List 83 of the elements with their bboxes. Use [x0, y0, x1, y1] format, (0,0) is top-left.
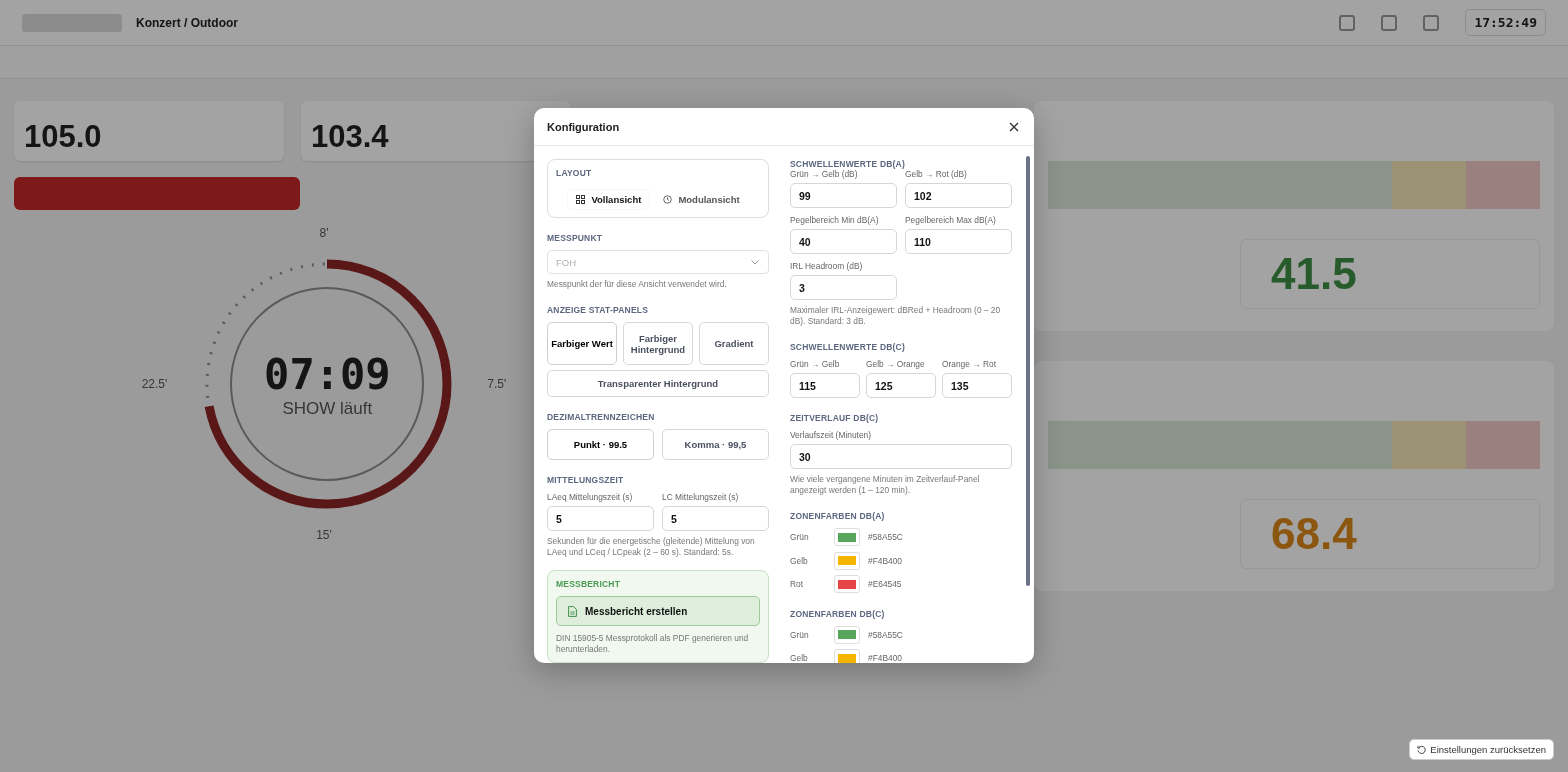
field-label: LC Mittelungszeit (s): [662, 492, 740, 502]
panel-style-option[interactable]: Gradient: [699, 322, 769, 366]
stat-value: 41.5: [1271, 249, 1357, 299]
number-input[interactable]: 3: [790, 275, 897, 300]
color-hex: #F4B400: [868, 653, 902, 663]
field-label: LAeq Mittelungszeit (s): [547, 492, 634, 502]
color-picker[interactable]: [834, 528, 860, 547]
hint-text: Sekunden für die energetische (gleitende) Mittelung von LAeq und LCeq / LCpeak (2 – 60 s). Standard: 5s.: [547, 536, 756, 558]
level-value: 105.0: [24, 119, 102, 155]
number-input[interactable]: 5: [662, 506, 769, 531]
document-icon: [568, 605, 577, 617]
hint-text: Maximaler IRL-Anzeigewert: dBRed + Headroom (0 – 20 dB). Standard: 3 dB.: [790, 305, 1002, 327]
reset-settings-button[interactable]: Einstellungen zurücksetzen: [1409, 739, 1554, 760]
section-heading: ZONENFARBEN DB(C): [790, 608, 886, 619]
timer-mark: 15': [316, 528, 332, 542]
hint-text: DIN 15905-5 Messprotokoll als PDF generieren und herunterladen.: [556, 633, 750, 655]
timer-mark: 7.5': [487, 377, 507, 391]
number-input[interactable]: 102: [905, 183, 1012, 208]
field-label: Grün → Gelb: [790, 359, 841, 369]
color-picker[interactable]: [834, 625, 860, 644]
section-heading: MESSBERICHT: [556, 579, 622, 589]
stat-value: 68.4: [1271, 509, 1357, 559]
color-hex: #F4B400: [868, 555, 902, 566]
field-label: Gelb → Rot (dB): [905, 169, 968, 179]
section-heading: SCHWELLENWERTE DB(A): [790, 159, 906, 169]
page-title: Konzert / Outdoor: [136, 15, 238, 30]
number-input[interactable]: 125: [866, 373, 936, 398]
reset-icon: [1417, 745, 1427, 754]
grid-icon: [576, 195, 586, 204]
section-heading: MITTELUNGSZEIT: [547, 475, 625, 485]
timer-status: SHOW läuft: [282, 398, 373, 419]
clock-display: 17:52:49: [1465, 9, 1546, 36]
zone-label: Rot: [790, 579, 805, 590]
panel-style-option[interactable]: Transparenter Hintergrund: [547, 370, 769, 397]
decimal-option[interactable]: Punkt · 99.5: [547, 429, 654, 460]
number-input[interactable]: 135: [942, 373, 1012, 398]
field-label: IRL Headroom (dB): [790, 261, 864, 271]
color-hex: #E64545: [868, 579, 902, 590]
color-hex: #58A55C: [868, 532, 903, 543]
section-heading: LAYOUT: [556, 168, 593, 178]
number-input[interactable]: 115: [790, 373, 860, 398]
section-heading: DEZIMALTRENNZEICHEN: [547, 412, 656, 422]
chevron-down-icon: [751, 260, 759, 266]
field-label: Gelb → Orange: [866, 359, 926, 369]
section-heading: ZONENFARBEN DB(A): [790, 511, 886, 521]
number-input[interactable]: 40: [790, 229, 897, 254]
decimal-option[interactable]: Komma · 99,5: [662, 429, 769, 460]
dialog-title: Konfiguration: [547, 120, 620, 133]
layout-option[interactable]: Modulansicht: [655, 190, 748, 209]
number-input[interactable]: 5: [547, 506, 654, 531]
section-heading: ANZEIGE STAT-PANELS: [547, 305, 650, 316]
field-label: Grün → Gelb (dB): [790, 169, 859, 179]
clock-icon: [663, 195, 673, 204]
hint-text: Wie viele vergangene Minuten im Zeitverlauf-Panel angezeigt werden (1 – 120 min).: [790, 474, 981, 496]
section-heading: SCHWELLENWERTE DB(C): [790, 342, 906, 352]
field-label: Pegelbereich Min dB(A): [790, 215, 880, 225]
close-icon: [1009, 121, 1019, 132]
panel-style-option[interactable]: Farbiger Hintergrund: [623, 322, 693, 366]
number-input[interactable]: 110: [905, 229, 1012, 254]
color-picker[interactable]: [834, 649, 860, 663]
level-value: 103.4: [311, 119, 389, 155]
timer-time: 07:09: [264, 349, 391, 399]
measuring-point-select[interactable]: FOH: [547, 250, 769, 275]
color-picker[interactable]: [834, 551, 860, 570]
number-input[interactable]: 99: [790, 183, 897, 208]
field-label: Orange → Rot: [942, 359, 997, 369]
section-heading: ZEITVERLAUF DB(C): [790, 413, 880, 423]
color-picker[interactable]: [834, 575, 860, 594]
section-heading: MESSPUNKT: [547, 233, 604, 244]
zone-label: Grün: [790, 532, 810, 543]
zone-label: Gelb: [790, 555, 809, 566]
field-label: Verlaufszeit (Minuten): [790, 430, 872, 440]
color-hex: #58A55C: [868, 629, 903, 640]
number-input[interactable]: 30: [790, 444, 1012, 469]
create-report-button[interactable]: Messbericht erstellen: [556, 596, 760, 626]
zone-label: Grün: [790, 629, 810, 640]
panel-style-option[interactable]: Farbiger Wert: [547, 322, 617, 366]
timer-mark: 22.5': [141, 377, 168, 391]
hint-text: Messpunkt der für diese Ansicht verwendet wird.: [547, 279, 728, 291]
field-label: Pegelbereich Max dB(A): [905, 215, 997, 225]
layout-option[interactable]: Vollansicht: [568, 190, 650, 209]
zone-label: Gelb: [790, 653, 809, 663]
timer-mark: 8': [319, 226, 329, 240]
